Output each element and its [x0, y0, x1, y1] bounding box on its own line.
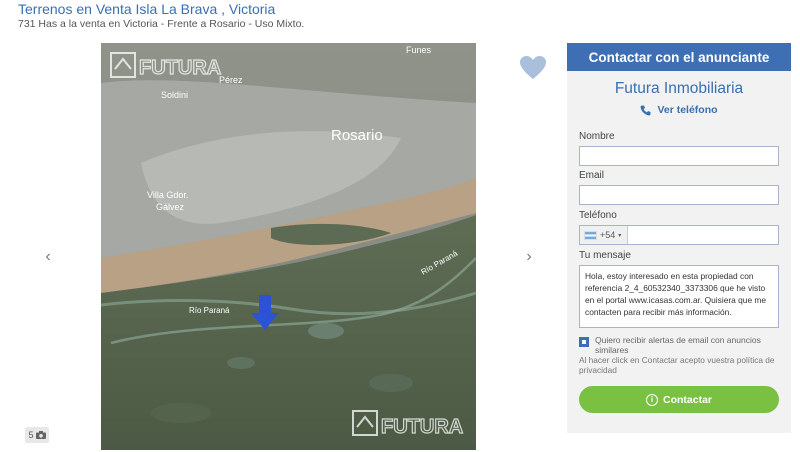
page-subtitle: 731 Has a la venta en Victoria - Frente …: [18, 18, 305, 30]
svg-text:FUTURA: FUTURA: [139, 57, 221, 79]
argentina-flag-icon: [584, 230, 597, 240]
heart-icon[interactable]: [519, 55, 547, 81]
property-photo[interactable]: Funes Pérez Soldini Rosario Villa Gdor. …: [101, 43, 476, 450]
email-label: Email: [579, 170, 605, 181]
phone-field[interactable]: +54 ▾: [579, 225, 779, 245]
page-title: Terrenos en Venta Isla La Brava , Victor…: [18, 1, 276, 17]
map-label-rio-parana: Río Paraná: [189, 306, 230, 315]
name-field[interactable]: [579, 146, 779, 166]
map-label-perez: Pérez: [219, 75, 243, 85]
message-label: Tu mensaje: [579, 250, 631, 261]
aerial-map-image: Funes Pérez Soldini Rosario Villa Gdor. …: [101, 43, 476, 450]
photo-count-badge[interactable]: 5: [25, 427, 49, 443]
chevron-left-icon[interactable]: ‹: [41, 248, 55, 266]
show-phone-link[interactable]: Ver teléfono: [567, 104, 791, 116]
map-label-funes: Funes: [406, 45, 432, 55]
phone-field-label: Teléfono: [579, 210, 617, 221]
alerts-label: Quiero recibir alertas de email con anun…: [595, 335, 761, 355]
contact-header: Contactar con el anunciante: [567, 43, 791, 71]
contact-form: Contactar con el anunciante Futura Inmob…: [567, 43, 791, 433]
svg-text:FUTURA: FUTURA: [381, 416, 463, 438]
agency-name[interactable]: Futura Inmobiliaria: [567, 80, 791, 98]
map-label-galvez: Gálvez: [156, 202, 185, 212]
caret-down-icon: ▾: [618, 232, 622, 239]
message-field[interactable]: Hola, estoy interesado en esta propiedad…: [579, 265, 779, 328]
name-label: Nombre: [579, 131, 615, 142]
info-icon: i: [645, 393, 658, 406]
country-code: +54: [600, 230, 616, 240]
camera-icon: [35, 431, 46, 439]
map-label-soldini: Soldini: [161, 90, 188, 100]
alerts-option[interactable]: Quiero recibir alertas de email con anun…: [579, 335, 784, 355]
contact-button-label: Contactar: [662, 393, 712, 406]
phone-icon: [640, 105, 651, 115]
privacy-notice: Al hacer click en Contactar acepto vuest…: [579, 355, 775, 375]
contact-button[interactable]: i Contactar: [579, 386, 779, 413]
show-phone-label: Ver teléfono: [657, 104, 718, 116]
map-label-rosario: Rosario: [331, 127, 383, 144]
email-field[interactable]: [579, 185, 779, 205]
alerts-checkbox[interactable]: [579, 337, 589, 347]
photo-count: 5: [28, 430, 34, 440]
map-label-villa-gobernador: Villa Gdor.: [147, 190, 188, 200]
chevron-right-icon[interactable]: ›: [522, 248, 536, 266]
country-code-select[interactable]: +54 ▾: [580, 226, 628, 244]
